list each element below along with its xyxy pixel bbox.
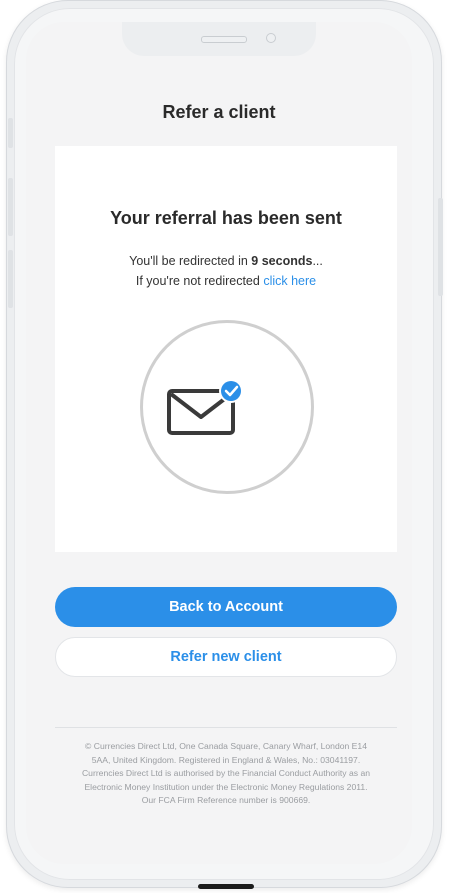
speaker-grille: [201, 36, 247, 43]
click-here-link[interactable]: click here: [263, 274, 316, 288]
front-camera: [266, 33, 276, 43]
fallback-prefix: If you're not redirected: [135, 274, 264, 288]
footer-line: Our FCA Firm Reference number is 900669.: [141, 795, 311, 805]
notch: [122, 22, 316, 56]
envelope-check-icon: [167, 379, 243, 435]
back-to-account-button[interactable]: Back to Account: [55, 587, 397, 627]
footer-line: 5AA, United Kingdom. Registered in Engla…: [91, 754, 361, 765]
redirect-message: You'll be redirected in 9 seconds...: [55, 254, 397, 268]
volume-down-button: [8, 250, 13, 308]
volume-up-button: [8, 178, 13, 236]
redirect-seconds: 9 seconds: [251, 254, 313, 268]
confirmation-card: Your referral has been sent You'll be re…: [55, 146, 397, 552]
screen: Refer a client Your referral has been se…: [26, 22, 412, 864]
footer-divider: [55, 727, 397, 728]
footer-line: Electronic Money Institution under the E…: [84, 781, 368, 792]
power-button: [438, 198, 443, 296]
footer-line: Currencies Direct Ltd is authorised by t…: [81, 768, 371, 778]
confirmation-heading: Your referral has been sent: [110, 208, 342, 228]
legal-footer: © Currencies Direct Ltd, One Canada Squa…: [50, 740, 402, 808]
page-title: Refer a client: [162, 102, 276, 122]
home-indicator[interactable]: [198, 884, 254, 889]
footer-line: © Currencies Direct Ltd, One Canada Squa…: [85, 741, 367, 751]
fallback-message: If you're not redirected click here: [55, 274, 397, 288]
redirect-prefix: You'll be redirected in: [129, 254, 252, 268]
silent-switch: [8, 118, 13, 148]
refer-new-client-button[interactable]: Refer new client: [55, 637, 397, 677]
redirect-suffix: ...: [312, 254, 323, 268]
